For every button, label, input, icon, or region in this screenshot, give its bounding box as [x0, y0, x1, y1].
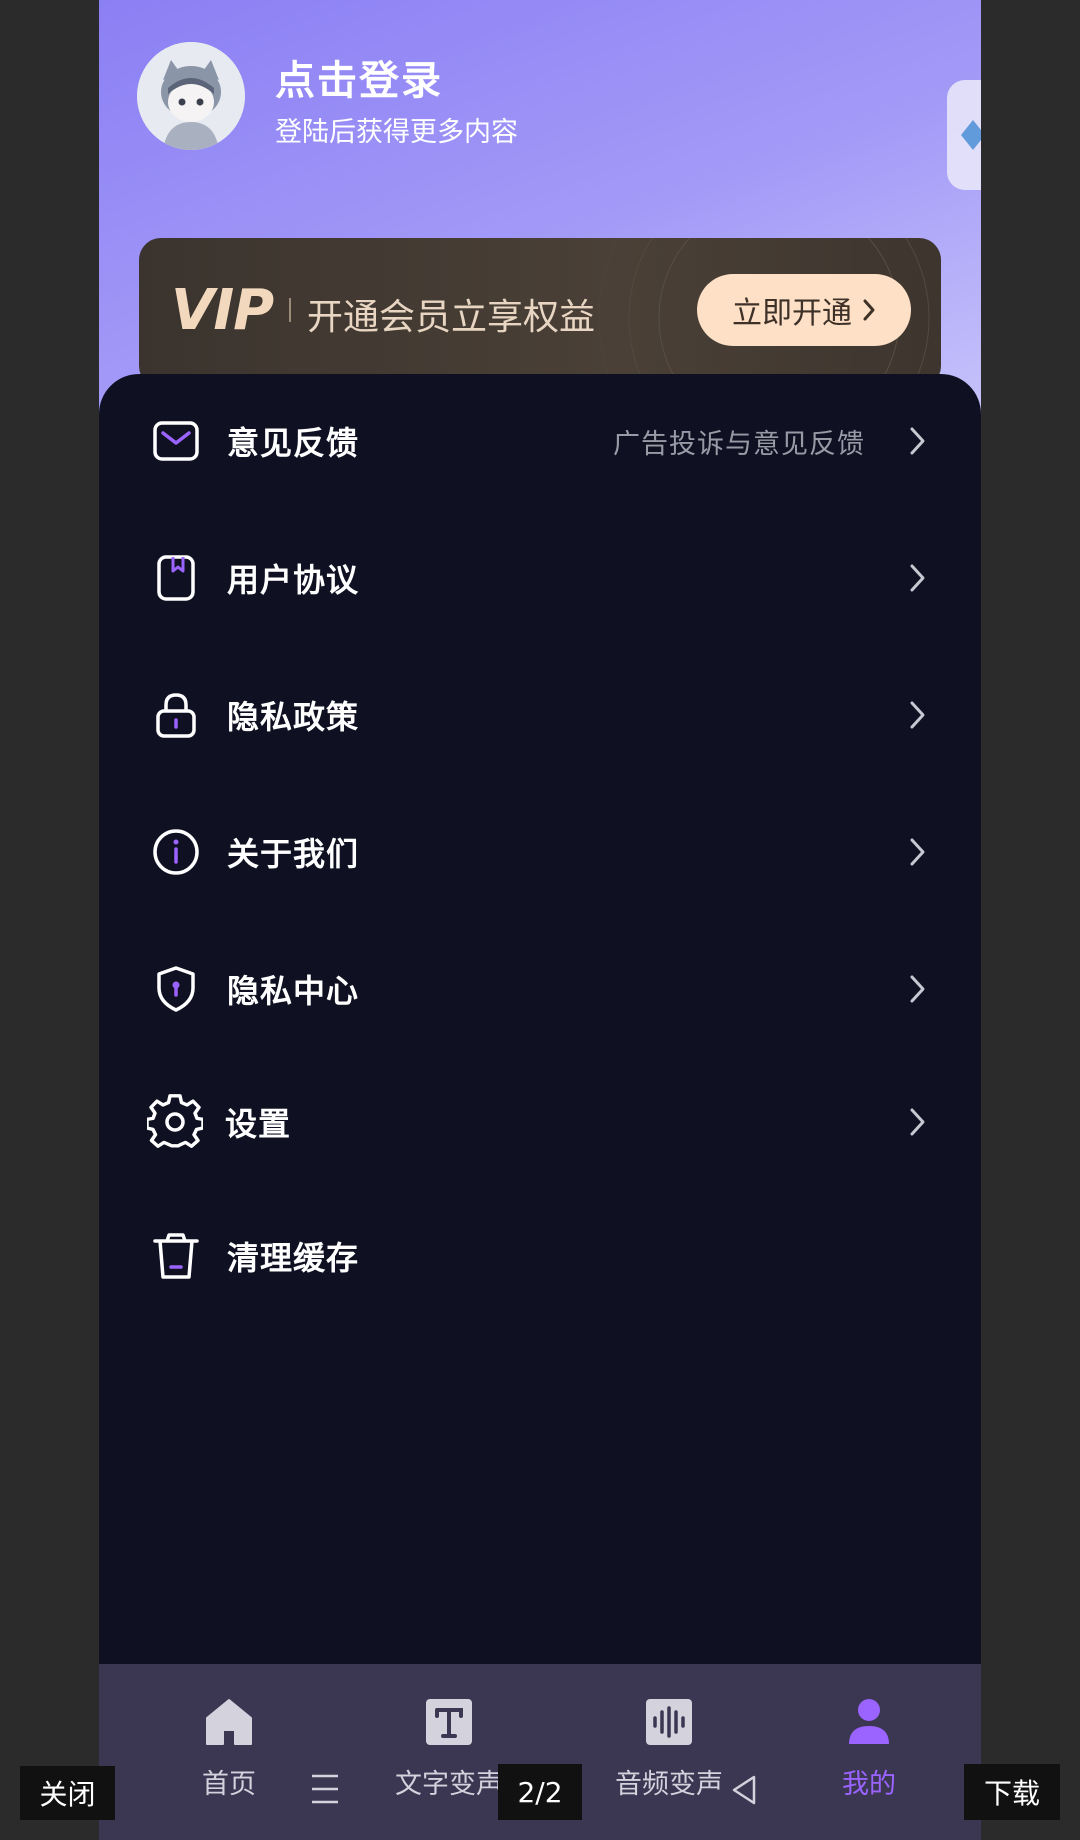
avatar[interactable] [137, 42, 245, 150]
gear-icon [147, 1094, 203, 1148]
waveform-icon [646, 1699, 692, 1745]
chevron-right-icon [910, 701, 925, 729]
menu-item-user-agreement[interactable]: 用户协议 [99, 528, 981, 628]
phone-screen: 点击登录 登陆后获得更多内容 VIP 开通会员立享权益 立即开通 意见反馈 广告… [99, 0, 981, 1840]
diamond-icon [961, 120, 981, 150]
vip-activate-button[interactable]: 立即开通 [697, 274, 911, 346]
chevron-right-icon [910, 838, 925, 866]
vip-divider [289, 298, 291, 322]
menu-item-privacy-center[interactable]: 隐私中心 [99, 939, 981, 1039]
nav-label: 我的 [842, 1769, 896, 1800]
text-icon [426, 1699, 472, 1745]
menu-lines-icon[interactable] [310, 1772, 340, 1806]
login-subtitle: 登陆后获得更多内容 [275, 117, 518, 148]
nav-label: 音频变声 [615, 1769, 723, 1800]
vip-button-label: 立即开通 [732, 296, 852, 331]
menu-hint: 广告投诉与意见反馈 [613, 428, 865, 460]
vip-banner[interactable]: VIP 开通会员立享权益 立即开通 [139, 238, 941, 388]
vip-promo-text: 开通会员立享权益 [307, 297, 596, 338]
menu-label: 关于我们 [227, 835, 360, 873]
menu-label: 隐私中心 [227, 972, 360, 1010]
menu-item-clear-cache[interactable]: 清理缓存 [99, 1206, 981, 1306]
mail-icon [153, 421, 199, 461]
menu-label: 清理缓存 [227, 1239, 360, 1277]
shield-icon [157, 966, 195, 1012]
document-icon [157, 555, 195, 601]
lock-icon [156, 693, 196, 738]
menu-item-privacy-policy[interactable]: 隐私政策 [99, 665, 981, 765]
menu-label: 用户协议 [227, 561, 360, 599]
chevron-right-icon [910, 564, 925, 592]
chevron-right-icon [910, 975, 925, 1003]
page-indicator: 2/2 [498, 1764, 582, 1820]
menu-item-settings[interactable]: 设置 [99, 1072, 981, 1172]
login-title[interactable]: 点击登录 [275, 48, 443, 106]
menu-panel: 意见反馈 广告投诉与意见反馈 用户协议 隐私政策 关于我们 隐私中心 设置 清理… [99, 374, 981, 1674]
back-triangle-icon[interactable] [730, 1774, 758, 1806]
menu-label: 隐私政策 [227, 698, 360, 736]
download-button[interactable]: 下载 [964, 1764, 1060, 1820]
chevron-right-icon [910, 1108, 925, 1136]
chevron-right-icon [910, 427, 925, 455]
nav-item-audio-voice[interactable]: 音频变声 [589, 1696, 749, 1816]
nav-item-mine[interactable]: 我的 [789, 1696, 949, 1816]
vip-logo: VIP [171, 278, 274, 343]
menu-label: 设置 [225, 1105, 292, 1143]
info-icon [153, 829, 199, 875]
nav-item-home[interactable]: 首页 [149, 1696, 309, 1816]
avatar-icon [137, 42, 245, 150]
menu-item-about-us[interactable]: 关于我们 [99, 802, 981, 902]
close-button[interactable]: 关闭 [20, 1766, 115, 1820]
nav-label: 首页 [202, 1769, 256, 1800]
side-float-tab[interactable] [947, 80, 981, 190]
home-icon [206, 1699, 252, 1745]
menu-label: 意见反馈 [227, 424, 360, 462]
chevron-right-icon [863, 299, 875, 321]
header-background: 点击登录 登陆后获得更多内容 VIP 开通会员立享权益 立即开通 [99, 0, 981, 420]
trash-icon [153, 1233, 199, 1279]
menu-item-feedback[interactable]: 意见反馈 广告投诉与意见反馈 [99, 391, 981, 491]
user-icon [849, 1699, 889, 1744]
